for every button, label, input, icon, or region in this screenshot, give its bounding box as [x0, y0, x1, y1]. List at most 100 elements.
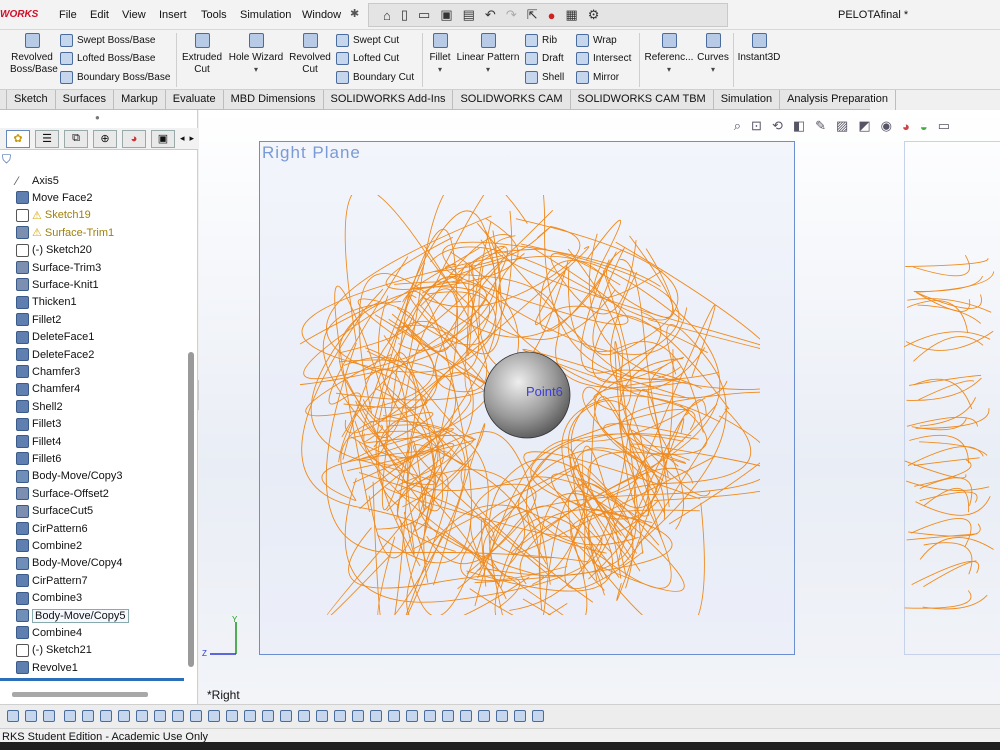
filter-routing-icon[interactable] [388, 710, 401, 722]
home-icon[interactable]: ⌂ [383, 8, 391, 23]
filter-clear-icon[interactable] [532, 710, 545, 722]
save-icon[interactable]: ▣ [440, 7, 452, 23]
lofted-boss-button[interactable]: Lofted Boss/Base [60, 52, 155, 65]
filter-notes-icon[interactable] [262, 710, 275, 722]
swept-cut-button[interactable]: Swept Cut [336, 34, 399, 47]
tree-item[interactable]: Fillet2 [16, 311, 61, 328]
tree-item[interactable]: ⚠ Sketch19 [16, 207, 91, 224]
shell-button[interactable]: Shell [525, 71, 564, 84]
panel-grip-icon[interactable]: ● [95, 113, 100, 122]
filter-points-icon[interactable] [190, 710, 203, 722]
configuration-manager-tab[interactable]: ⧉ [64, 129, 88, 148]
filter-dims-icon[interactable] [244, 710, 257, 722]
tree-item[interactable]: DeleteFace2 [16, 346, 94, 363]
cam-tab[interactable]: ▣ [151, 129, 175, 148]
boundary-boss-button[interactable]: Boundary Boss/Base [60, 71, 170, 84]
display-style-icon[interactable]: ◩ [858, 118, 870, 134]
redo-icon[interactable]: ↷ [506, 7, 517, 23]
tab-sketch[interactable]: Sketch [7, 90, 56, 110]
tab-solidworks-cam[interactable]: SOLIDWORKS CAM [453, 90, 571, 110]
filter-icon[interactable]: ⛉ [2, 152, 11, 167]
reference-geometry-button[interactable]: Referenc... ▾ [643, 33, 695, 76]
tree-item[interactable]: Combine2 [16, 537, 82, 554]
tree-item[interactable]: ⚠ Surface-Trim1 [16, 224, 114, 241]
filter-balloon-icon[interactable] [316, 710, 329, 722]
swept-boss-button[interactable]: Swept Boss/Base [60, 34, 155, 47]
property-manager-tab[interactable]: ☰ [35, 129, 59, 148]
tree-item[interactable]: ⁄ Axis5 [16, 172, 59, 189]
chevron-down-icon[interactable]: ▾ [254, 65, 258, 74]
filter-faces-icon[interactable] [100, 710, 113, 722]
apply-scene-icon[interactable]: ◒ [920, 119, 928, 134]
filter-mate-icon[interactable] [406, 710, 419, 722]
filter-edges-icon[interactable] [82, 710, 95, 722]
filter-blocks-icon[interactable] [370, 710, 383, 722]
tab-evaluate[interactable]: Evaluate [166, 90, 224, 110]
view-settings-icon[interactable]: ▭ [938, 118, 950, 134]
tree-item[interactable]: Body-Move/Copy3 [16, 468, 123, 485]
options-gear-icon[interactable]: ⚙ [588, 7, 600, 23]
dimxpert-tab[interactable]: ⊕ [93, 129, 117, 148]
revolved-boss-button[interactable]: Revolved Boss/Base [10, 33, 58, 76]
tree-item[interactable]: Fillet4 [16, 433, 61, 450]
zoom-to-area-icon[interactable]: ⊡ [751, 118, 762, 134]
lofted-cut-button[interactable]: Lofted Cut [336, 52, 399, 65]
filter-spline-icon[interactable] [496, 710, 509, 722]
filter-surfaces-icon[interactable] [118, 710, 131, 722]
tree-item[interactable]: Shell2 [16, 398, 63, 415]
menu-view[interactable]: View [122, 9, 146, 21]
filter-solids-icon[interactable] [136, 710, 149, 722]
revolved-cut-button[interactable]: Revolved Cut [288, 33, 332, 76]
tree-item[interactable]: Chamfer4 [16, 381, 80, 398]
chevron-down-icon[interactable]: ▾ [711, 65, 715, 74]
tree-item[interactable]: Combine4 [16, 624, 82, 641]
tree-item[interactable]: CirPattern7 [16, 572, 88, 589]
wrap-button[interactable]: Wrap [576, 34, 617, 47]
hole-wizard-button[interactable]: Hole Wizard ▾ [228, 33, 284, 76]
undo-icon[interactable]: ↶ [485, 7, 496, 23]
filter-revision-icon[interactable] [514, 710, 527, 722]
new-document-icon[interactable]: ▯ [401, 7, 408, 23]
tree-item[interactable]: Body-Move/Copy5 [16, 607, 129, 624]
previous-view-icon[interactable]: ⟲ [772, 118, 783, 134]
select-arrow-icon[interactable] [25, 710, 37, 722]
chevron-down-icon[interactable]: ▾ [486, 65, 490, 74]
tree-item[interactable]: Thicken1 [16, 294, 77, 311]
menu-window[interactable]: Window [302, 9, 341, 21]
fillet-button[interactable]: Fillet ▾ [426, 33, 454, 76]
menu-edit[interactable]: Edit [90, 9, 109, 21]
boundary-cut-button[interactable]: Boundary Cut [336, 71, 414, 84]
edit-appearance-icon[interactable]: ◕ [902, 119, 910, 134]
tree-item[interactable]: (-) Sketch20 [16, 242, 92, 259]
tree-item[interactable]: Fillet6 [16, 450, 61, 467]
tree-item[interactable]: Surface-Knit1 [16, 276, 99, 293]
select-icon[interactable]: ⇱ [527, 7, 538, 23]
hide-show-items-icon[interactable]: ◉ [881, 118, 892, 134]
section-view-icon[interactable]: ◧ [793, 118, 805, 134]
chevron-down-icon[interactable]: ▾ [438, 65, 442, 74]
tab-simulation[interactable]: Simulation [714, 90, 781, 110]
tree-item[interactable]: Fillet3 [16, 416, 61, 433]
instant3d-button[interactable]: Instant3D [736, 33, 782, 64]
tab-markup[interactable]: Markup [114, 90, 166, 110]
tree-item[interactable]: Chamfer3 [16, 363, 80, 380]
tab-analysis-preparation[interactable]: Analysis Preparation [780, 90, 896, 110]
intersect-button[interactable]: Intersect [576, 52, 631, 65]
filter-gtol-icon[interactable] [280, 710, 293, 722]
file-properties-icon[interactable]: ▦ [565, 7, 577, 23]
filter-center-icon[interactable] [460, 710, 473, 722]
filter-planes-icon[interactable] [172, 710, 185, 722]
feature-manager-tab[interactable]: ✿ [6, 129, 30, 148]
tab-surfaces[interactable]: Surfaces [56, 90, 115, 110]
tab-features[interactable] [0, 90, 7, 110]
print-icon[interactable]: ▤ [463, 7, 475, 23]
menu-tools[interactable]: Tools [201, 9, 227, 21]
filter-icon[interactable] [7, 710, 19, 722]
view-orientation-icon[interactable]: ▨ [836, 118, 848, 134]
tree-item[interactable]: Body-Move/Copy4 [16, 555, 123, 572]
tree-item[interactable]: CirPattern6 [16, 520, 88, 537]
tree-item[interactable]: Move Face2 [16, 189, 93, 206]
tree-item[interactable]: Surface-Trim3 [16, 259, 101, 276]
tree-item[interactable]: (-) Sketch21 [16, 642, 92, 659]
zoom-to-fit-icon[interactable]: ⌕ [734, 118, 741, 134]
